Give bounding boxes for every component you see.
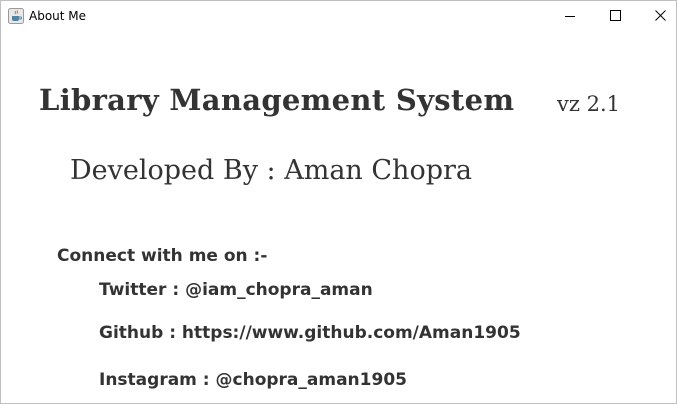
window-title: About Me [29,9,87,23]
about-window: About Me Library Management System vz 2.… [0,0,677,404]
close-icon [655,10,666,21]
java-cup-icon [8,8,24,24]
twitter-handle: Twitter : @iam_chopra_aman [99,280,373,300]
app-title: Library Management System [39,83,515,117]
github-link: Github : https://www.github.com/Aman1905 [99,323,521,343]
app-version: vz 2.1 [557,92,620,116]
close-button[interactable] [638,1,677,31]
maximize-button[interactable] [593,1,639,31]
minimize-icon [565,16,575,17]
developer-credit: Developed By : Aman Chopra [70,155,472,186]
instagram-handle: Instagram : @chopra_aman1905 [99,370,407,390]
connect-heading: Connect with me on :- [57,246,268,266]
title-bar[interactable]: About Me [1,1,676,31]
maximize-icon [610,10,621,21]
about-content: Library Management System vz 2.1 Develop… [1,31,677,404]
minimize-button[interactable] [548,1,594,31]
